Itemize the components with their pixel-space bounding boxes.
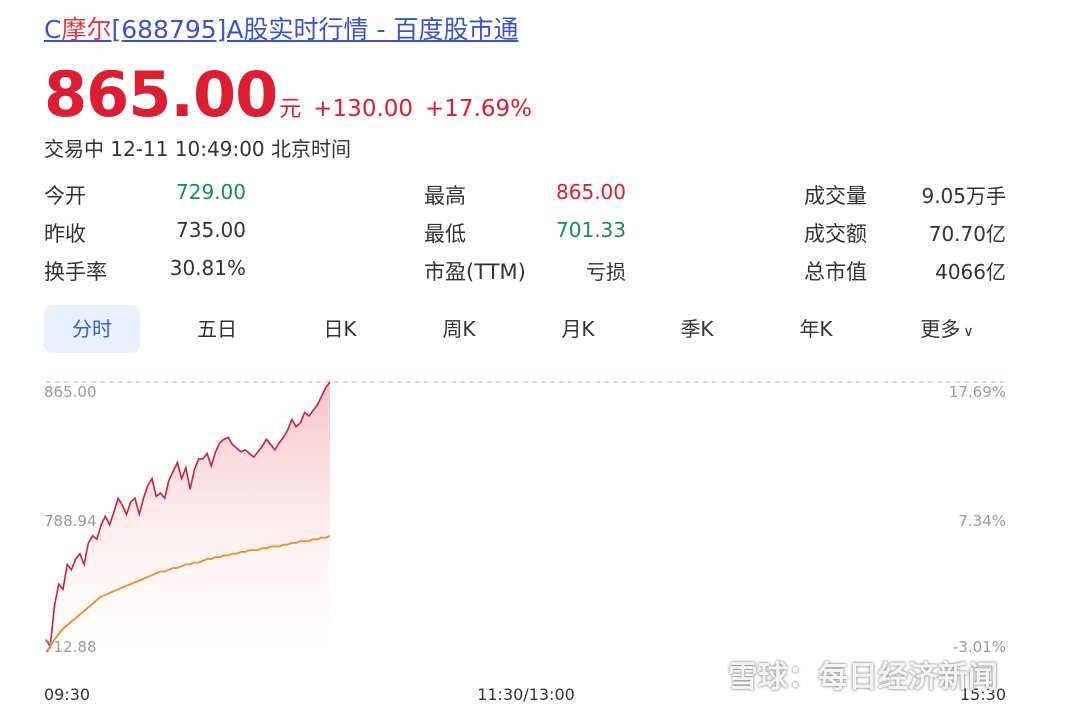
title-prefix: C xyxy=(44,15,62,44)
price-row: 865.00 元 +130.00 +17.69% xyxy=(44,58,532,131)
chevron-down-icon: ∨ xyxy=(963,324,974,340)
title-rest: [688795]A股实时行情 - 百度股市通 xyxy=(111,15,519,44)
stat-label: 昨收 xyxy=(44,222,86,246)
price-change: +130.00 xyxy=(313,96,414,122)
y-axis-label-left: 712.88 xyxy=(44,638,97,656)
tab-7[interactable]: 更多 ∨ xyxy=(899,305,995,353)
stat-value: 729.00 xyxy=(176,180,246,204)
current-price: 865.00 xyxy=(44,58,278,131)
stat-value: 亏损 xyxy=(586,260,626,284)
y-axis-label-right: 17.69% xyxy=(949,383,1006,401)
watermark: 雪球：每日经济新闻 xyxy=(728,660,998,695)
trading-status: 交易中 12-11 10:49:00 北京时间 xyxy=(44,137,352,161)
price-change-pct: +17.69% xyxy=(425,96,533,122)
title-stock-name: 摩尔 xyxy=(61,15,112,44)
stat-value: 9.05万手 xyxy=(921,184,1006,208)
x-axis-label: 09:30 xyxy=(44,685,90,704)
tab-5[interactable]: 季K xyxy=(649,305,745,353)
stat-value: 865.00 xyxy=(556,180,626,204)
stat-label: 最低 xyxy=(424,222,466,246)
tab-2[interactable]: 日K xyxy=(292,305,388,353)
period-tabs: 分时 五日 日K 周K 月K 季K 年K 更多 ∨ xyxy=(44,305,1010,353)
stat-label: 最高 xyxy=(424,184,466,208)
tab-0[interactable]: 分时 xyxy=(44,305,140,353)
tab-1[interactable]: 五日 xyxy=(169,305,265,353)
page-title-link[interactable]: C摩尔[688795]A股实时行情 - 百度股市通 xyxy=(44,10,518,46)
stat-label: 今开 xyxy=(44,184,86,208)
stat-value: 30.81% xyxy=(169,256,246,280)
x-axis-label: 11:30/13:00 xyxy=(477,685,575,704)
stat-value: 4066亿 xyxy=(935,260,1006,284)
tab-6[interactable]: 年K xyxy=(768,305,864,353)
tab-4[interactable]: 月K xyxy=(530,305,626,353)
y-axis-label-left: 865.00 xyxy=(44,383,97,401)
price-unit: 元 xyxy=(279,97,302,122)
stat-value: 735.00 xyxy=(176,218,246,242)
stat-value: 70.70亿 xyxy=(928,222,1006,246)
tab-3[interactable]: 周K xyxy=(411,305,507,353)
stat-value: 701.33 xyxy=(556,218,626,242)
y-axis-label-right: 7.34% xyxy=(958,512,1006,530)
y-axis-label-left: 788.94 xyxy=(44,512,97,530)
